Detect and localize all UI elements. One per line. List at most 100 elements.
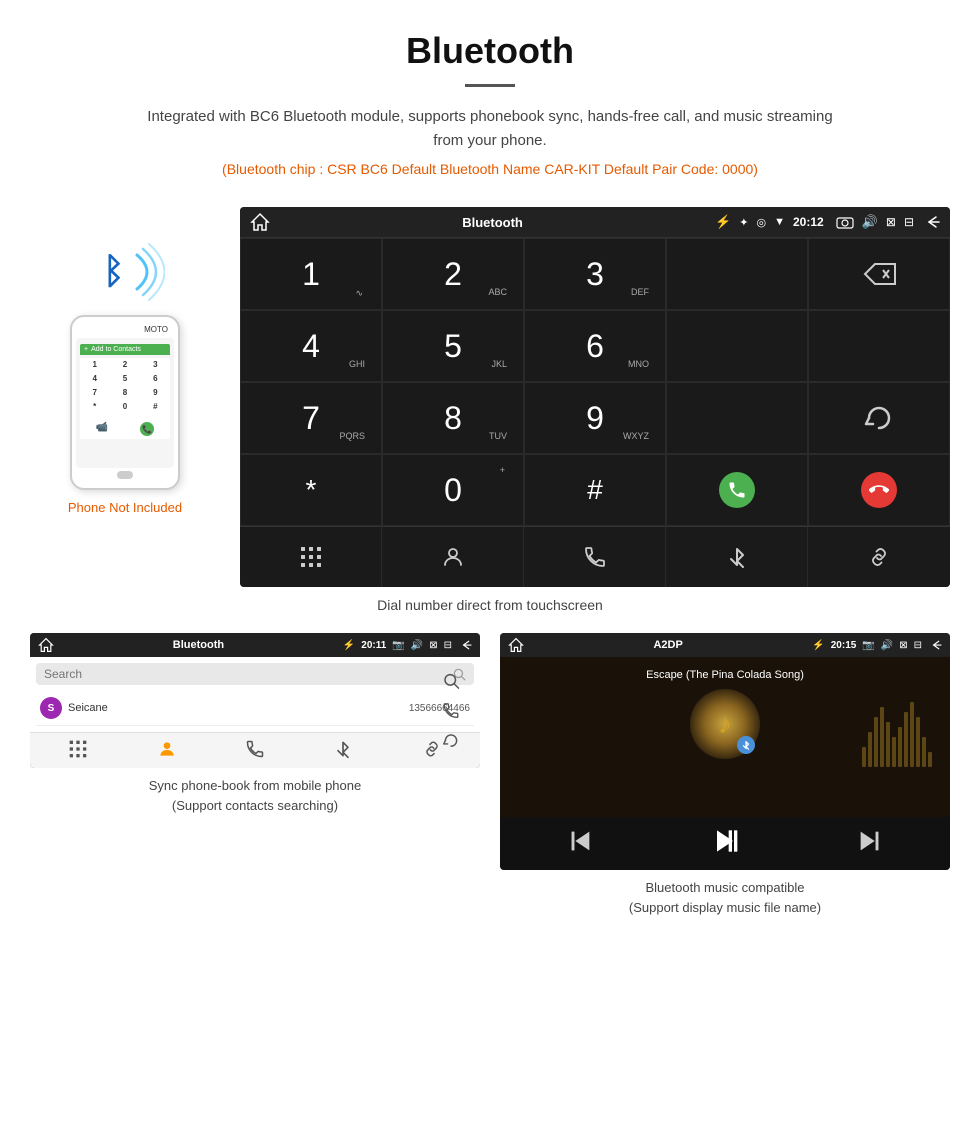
bluetooth-icon-wrapper: ᛒ bbox=[85, 237, 165, 307]
pb-link-icon bbox=[422, 739, 442, 759]
car-toolbar-bluetooth[interactable] bbox=[666, 527, 808, 587]
dialpad-icon bbox=[299, 545, 323, 569]
dial-key-1[interactable]: 1∿ bbox=[240, 238, 382, 310]
music-back-icon[interactable] bbox=[928, 639, 942, 651]
pb-tool-dialpad[interactable] bbox=[68, 739, 88, 762]
music-window-icon: ⊟ bbox=[914, 640, 922, 651]
music-usb-icon: ⚡ bbox=[812, 640, 824, 651]
dial-key-7[interactable]: 7PQRS bbox=[240, 382, 382, 454]
phone-screen: +Add to Contacts 1 2 3 4 5 6 7 8 9 * 0 bbox=[76, 338, 174, 468]
window-icon[interactable]: ⊟ bbox=[904, 215, 914, 229]
dial-backspace-key[interactable] bbox=[808, 238, 950, 310]
phone-call-icon bbox=[727, 480, 747, 500]
pb-usb-icon: ⚡ bbox=[343, 640, 355, 651]
phone-contacts-list: 1 2 3 4 5 6 7 8 9 * 0 # 📹 bbox=[80, 358, 170, 439]
music-prev-button[interactable] bbox=[566, 827, 594, 860]
phone-key-0: 0 bbox=[110, 400, 139, 413]
usb-icon: ⚡ bbox=[715, 214, 731, 230]
car-toolbar-link[interactable] bbox=[808, 527, 950, 587]
screen-icon[interactable]: ⊠ bbox=[886, 215, 896, 229]
dial-key-8[interactable]: 8TUV bbox=[382, 382, 524, 454]
phone-key-2: 2 bbox=[110, 358, 139, 371]
phone-screen-header: +Add to Contacts bbox=[80, 344, 170, 355]
home-icon[interactable] bbox=[250, 212, 270, 232]
pb-tool-phone[interactable] bbox=[245, 739, 265, 762]
header-divider bbox=[465, 84, 515, 87]
phonebook-body: S Seicane 13566664466 bbox=[30, 657, 480, 732]
car-toolbar-dialpad[interactable] bbox=[240, 527, 382, 587]
music-title-label: A2DP bbox=[530, 639, 806, 651]
pb-time: 20:11 bbox=[361, 640, 386, 651]
bluetooth-toolbar-icon bbox=[725, 545, 749, 569]
phone-hangup-icon bbox=[869, 480, 889, 500]
dial-key-hash[interactable]: # bbox=[524, 454, 666, 526]
dial-hangup-button[interactable] bbox=[808, 454, 950, 526]
refresh-icon bbox=[863, 402, 895, 434]
pb-side-search-icon[interactable] bbox=[442, 671, 460, 689]
contact-name: Seicane bbox=[68, 702, 403, 714]
dial-key-star[interactable]: * bbox=[240, 454, 382, 526]
pb-tool-contacts[interactable] bbox=[157, 739, 177, 762]
page-title: Bluetooth bbox=[20, 30, 960, 72]
camera-icon[interactable] bbox=[836, 215, 854, 229]
dial-key-0[interactable]: 0+ bbox=[382, 454, 524, 526]
phonebook-screen: Bluetooth ⚡ 20:11 📷 🔊 ⊠ ⊟ bbox=[30, 633, 480, 768]
music-next-button[interactable] bbox=[856, 827, 884, 860]
contact-number: 13566664466 bbox=[409, 703, 470, 714]
phone-key-7: 7 bbox=[80, 386, 109, 399]
music-bt-badge bbox=[737, 736, 755, 754]
phone-mockup: MOTO +Add to Contacts 1 2 3 4 5 6 7 8 bbox=[70, 315, 180, 490]
dial-refresh-key[interactable] bbox=[808, 382, 950, 454]
phonebook-search-bar[interactable] bbox=[36, 663, 474, 685]
pb-tool-link[interactable] bbox=[422, 739, 442, 762]
dial-caption: Dial number direct from touchscreen bbox=[0, 597, 980, 613]
music-screen-icon: ⊠ bbox=[899, 640, 907, 651]
phonebook-title: Bluetooth bbox=[60, 639, 337, 651]
pb-screen-icon: ⊠ bbox=[429, 640, 437, 651]
dial-key-5[interactable]: 5JKL bbox=[382, 310, 524, 382]
bottom-row: Bluetooth ⚡ 20:11 📷 🔊 ⊠ ⊟ bbox=[0, 633, 980, 917]
phone-icon bbox=[583, 545, 607, 569]
phonebook-item: Bluetooth ⚡ 20:11 📷 🔊 ⊠ ⊟ bbox=[30, 633, 480, 917]
pb-side-refresh-icon[interactable] bbox=[442, 731, 460, 749]
contacts-icon bbox=[441, 545, 465, 569]
music-controls bbox=[500, 817, 950, 870]
album-art: ♪ bbox=[690, 689, 760, 759]
phonebook-search-input[interactable] bbox=[44, 667, 452, 681]
car-toolbar-phone[interactable] bbox=[524, 527, 666, 587]
phonebook-caption: Sync phone-book from mobile phone(Suppor… bbox=[149, 776, 361, 815]
dial-empty-3 bbox=[808, 310, 950, 382]
dial-key-9[interactable]: 9WXYZ bbox=[524, 382, 666, 454]
phonebook-home-icon[interactable] bbox=[38, 637, 54, 653]
song-title: Escape (The Pina Colada Song) bbox=[646, 669, 804, 681]
back-icon[interactable] bbox=[922, 214, 940, 230]
dial-key-2[interactable]: 2ABC bbox=[382, 238, 524, 310]
phonebook-contact-row: S Seicane 13566664466 bbox=[36, 691, 474, 726]
pb-side-phone-icon[interactable] bbox=[442, 701, 460, 719]
pb-camera-icon: 📷 bbox=[392, 640, 404, 651]
music-play-pause-button[interactable] bbox=[709, 825, 741, 862]
phone-dialpad: 1 2 3 4 5 6 7 8 9 * 0 # bbox=[80, 358, 170, 413]
dial-key-3[interactable]: 3DEF bbox=[524, 238, 666, 310]
phone-home-button[interactable] bbox=[117, 471, 133, 479]
music-home-icon[interactable] bbox=[508, 637, 524, 653]
pb-tool-bluetooth[interactable] bbox=[333, 739, 353, 762]
music-caption: Bluetooth music compatible(Support displ… bbox=[629, 878, 821, 917]
car-toolbar-contacts[interactable] bbox=[382, 527, 524, 587]
phone-not-included-label: Phone Not Included bbox=[68, 500, 182, 515]
music-bluetooth-small-icon bbox=[741, 740, 751, 750]
dial-call-button[interactable] bbox=[666, 454, 808, 526]
dial-key-4[interactable]: 4GHI bbox=[240, 310, 382, 382]
dial-key-6[interactable]: 6MNO bbox=[524, 310, 666, 382]
phone-key-3: 3 bbox=[141, 358, 170, 371]
wifi-icon: ▼ bbox=[774, 216, 785, 228]
page-header: Bluetooth Integrated with BC6 Bluetooth … bbox=[0, 0, 980, 207]
phone-side: ᛒ MOTO +Add to Contacts 1 2 3 4 5 bbox=[30, 237, 220, 515]
play-pause-icon bbox=[709, 825, 741, 857]
pb-back-icon[interactable] bbox=[458, 639, 472, 651]
svg-text:ᛒ: ᛒ bbox=[103, 250, 125, 291]
phonebook-toolbar bbox=[30, 732, 480, 768]
backspace-icon bbox=[861, 260, 897, 288]
music-time: 20:15 bbox=[831, 640, 857, 651]
volume-icon[interactable]: 🔊 bbox=[862, 214, 878, 230]
